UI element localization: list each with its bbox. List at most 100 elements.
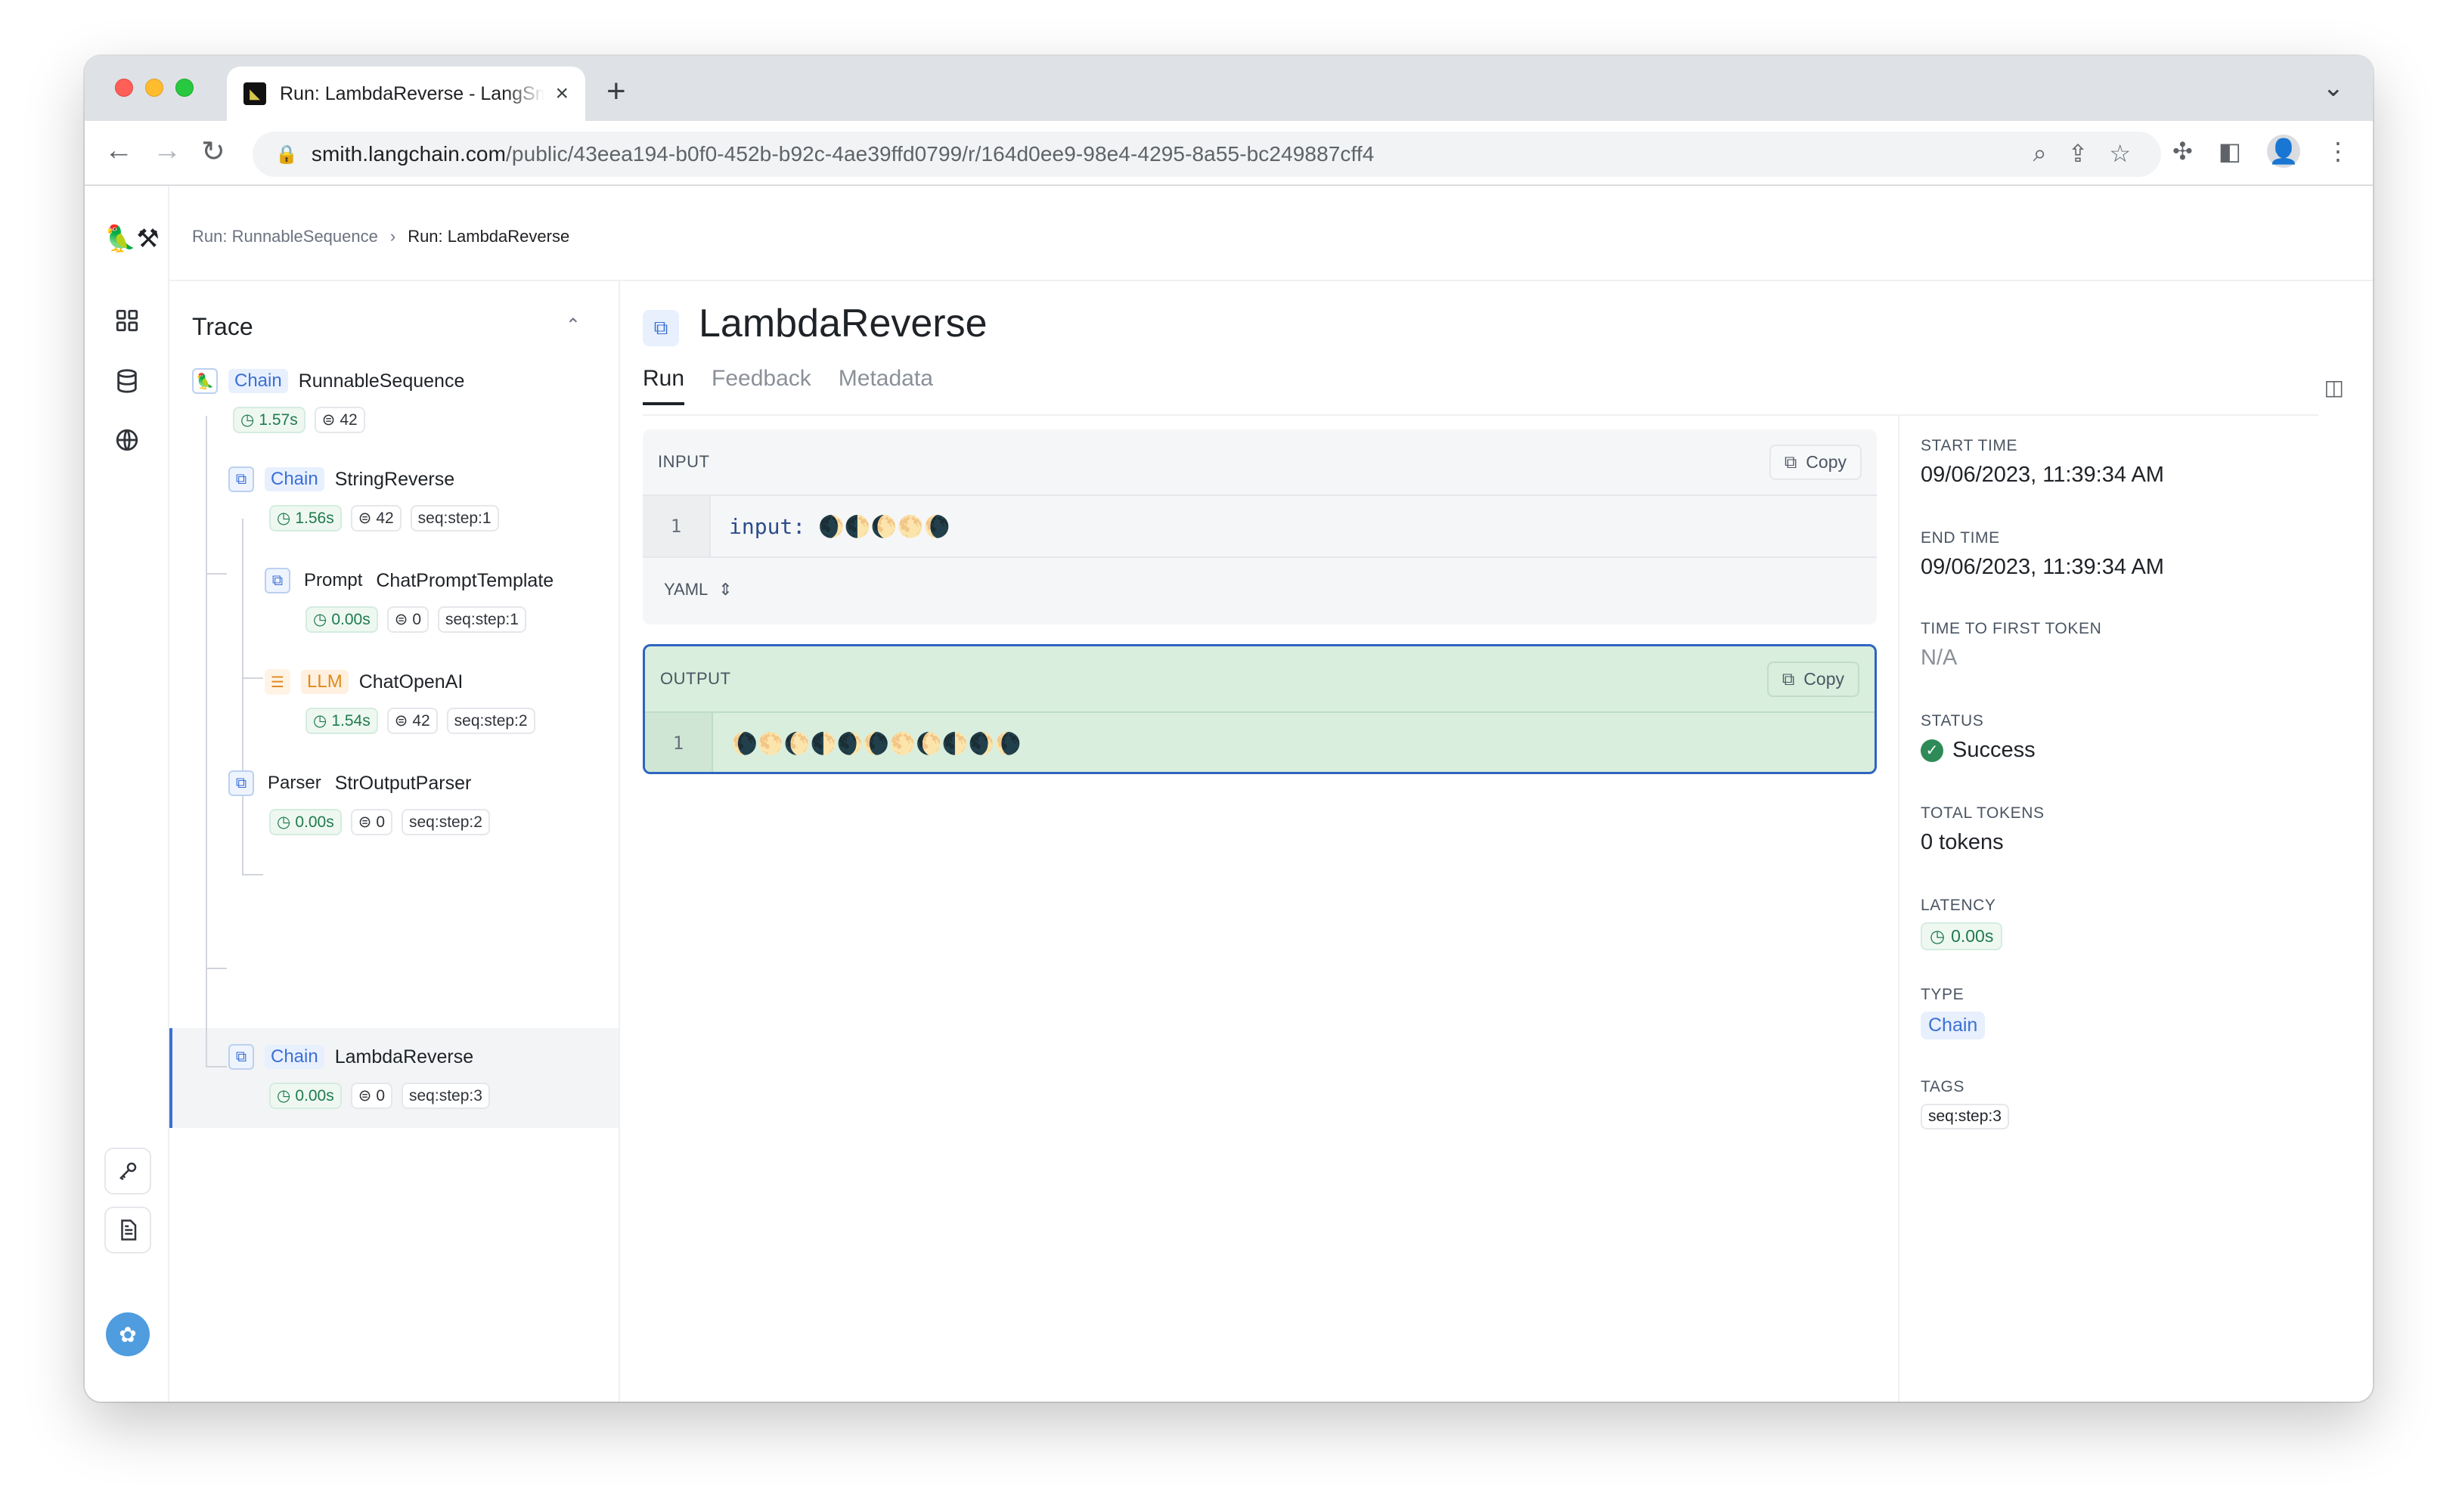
trace-node-selected[interactable]: ⧉ Chain LambdaReverse ◷ 0.00s ⊜ 0 seq:step… [228,1042,490,1109]
line-number: 1 [643,496,711,556]
line-number: 1 [645,713,713,772]
check-circle-icon: ✓ [1921,739,1943,762]
token-chip: ⊜ 0 [350,809,392,835]
breadcrumb-current: Run: LambdaReverse [408,227,570,246]
code-line[interactable]: 1 🌘🌕🌔🌓🌒🌘🌕🌔🌓🌒🌘 [645,713,1875,772]
browser-window: ◣ Run: LambdaReverse - LangSmith × + ⌄ ←… [85,56,2373,1402]
copy-input-button[interactable]: ⧉ Copy [1769,444,1862,480]
clock-icon: ◷ [313,712,327,730]
node-name: LambdaReverse [334,1046,474,1067]
up-down-chevron-icon: ⇕ [718,580,733,599]
node-name: ChatPromptTemplate [376,569,554,591]
llm-icon: ☰ [265,669,290,695]
format-label: YAML [664,580,709,599]
copy-icon: ⧉ [1784,451,1797,472]
tab-run[interactable]: Run [643,366,685,405]
left-rail: 🦜⚒ ✿ [85,186,169,1402]
langsmith-favicon-icon: ◣ [243,82,266,105]
browser-tab[interactable]: ◣ Run: LambdaReverse - LangSmith × [227,67,585,121]
latency-chip: ◷ 0.00s [269,809,342,835]
close-window-button[interactable] [115,79,133,97]
dashboard-grid-icon[interactable] [107,301,147,340]
status-value: Success [1952,738,2036,762]
ttft-section: TIME TO FIRST TOKEN N/A [1921,620,2101,671]
trace-node[interactable]: ⧉ Chain StringReverse ◷ 1.56s ⊜ 42 seq:ste… [228,464,499,531]
url-path: /public/43eea194-b0f0-452b-b92c-4ae39ffd… [506,142,1375,166]
trace-node[interactable]: ☰ LLM ChatOpenAI ◷ 1.54s ⊜ 42 seq:step:2 [265,667,535,734]
lock-icon: 🔒 [275,144,298,165]
code-line[interactable]: 1 input: 🌒🌓🌔🌕🌘 [643,496,1877,556]
start-time-value: 09/06/2023, 11:39:34 AM [1921,463,2164,487]
document-icon[interactable] [104,1207,151,1253]
chain-icon: ⧉ [228,1044,254,1070]
user-avatar[interactable]: ✿ [106,1312,150,1356]
back-arrow-icon[interactable]: ← [104,135,133,167]
maximize-window-button[interactable] [175,79,194,97]
format-selector[interactable]: YAML ⇕ [643,556,1877,621]
code-value: 🌒🌓🌔🌕🌘 [818,513,950,539]
total-tokens-label: TOTAL TOKENS [1921,804,2045,822]
code-value: 🌘🌕🌔🌓🌒🌘🌕🌔🌓🌒🌘 [731,730,1022,756]
tab-metadata[interactable]: Metadata [839,366,933,405]
database-icon[interactable] [107,361,147,401]
menu-kebab-icon[interactable]: ⋮ [2326,137,2350,166]
copy-output-button[interactable]: ⧉ Copy [1766,661,1859,697]
end-time-section: END TIME 09/06/2023, 11:39:34 AM [1921,529,2164,580]
langsmith-app: 🦜⚒ ✿ Run: RunnableSequence › Run: Lambda… [85,186,2373,1402]
close-tab-icon[interactable]: × [555,81,569,107]
new-tab-button[interactable]: + [606,73,626,110]
output-panel: OUTPUT ⧉ Copy 1 🌘🌕🌔🌓🌒🌘🌕🌔🌓🌒🌘 [643,644,1877,774]
zoom-icon[interactable]: ⌕ [2033,139,2047,168]
tab-title: Run: LambdaReverse - LangSmith [280,82,544,104]
trace-node[interactable]: 🦜 Chain RunnableSequence ◷ 1.57s ⊜ 42 [192,366,464,433]
tab-feedback[interactable]: Feedback [712,366,811,405]
minimize-window-button[interactable] [145,79,163,97]
tab-search-chevron-icon[interactable]: ⌄ [2323,73,2345,103]
node-type-badge: Parser [268,773,321,793]
address-bar[interactable]: 🔒 smith.langchain.com/public/43eea194-b0… [253,132,2161,177]
extensions-puzzle-icon[interactable]: ✣ [2172,137,2193,166]
tags-section: TAGS seq:step:3 [1921,1078,2009,1129]
tab-bar: ◣ Run: LambdaReverse - LangSmith × + ⌄ [85,56,2373,121]
tags-label: TAGS [1921,1078,1965,1095]
token-chip: ⊜ 0 [386,606,429,633]
clock-icon: ◷ [240,411,255,429]
side-panel-icon[interactable]: ◧ [2219,137,2241,166]
node-name: ChatOpenAI [358,671,464,692]
profile-avatar-icon[interactable]: 👤 [2267,135,2300,168]
tag-chip: seq:step:1 [410,505,499,531]
bookmark-star-icon[interactable]: ☆ [2109,139,2131,168]
tag-chip: seq:step:1 [438,606,526,633]
globe-icon[interactable] [107,420,147,460]
langsmith-logo-icon[interactable]: 🦜⚒ [104,224,160,254]
forward-arrow-icon[interactable]: → [153,135,181,167]
token-chip: ⊜ 42 [314,407,365,433]
share-icon[interactable]: ⇪ [2068,139,2089,168]
breadcrumb-parent[interactable]: Run: RunnableSequence [192,227,378,246]
trace-node[interactable]: ⧉ Prompt ChatPromptTemplate ◷ 0.00s ⊜ 0 se… [265,565,554,633]
tag-chip: seq:step:2 [402,809,490,835]
trace-title: Trace [192,313,253,340]
latency-chip: ◷ 1.57s [233,407,305,433]
trace-node[interactable]: ⧉ Parser StrOutputParser ◷ 0.00s ⊜ 0 seq:s… [228,768,490,835]
clock-icon: ◷ [313,611,327,628]
node-name: StrOutputParser [334,772,472,794]
chevron-up-icon[interactable]: ⌃ [566,314,581,336]
node-type-badge: Chain [265,467,324,491]
start-time-section: START TIME 09/06/2023, 11:39:34 AM [1921,437,2164,488]
input-label: INPUT [658,452,710,471]
status-section: STATUS ✓ Success [1921,712,2036,763]
latency-chip: ◷ 0.00s [1921,922,2003,950]
type-label: TYPE [1921,986,1964,1003]
trace-panel: Trace ⌃ 🦜 Chain RunnableSequence ◷ 1.57s … [169,281,620,1402]
token-icon: ⊜ [358,1087,372,1105]
reload-icon[interactable]: ↻ [201,135,225,169]
token-icon: ⊜ [321,411,336,429]
toggle-side-panel-icon[interactable]: ◫ [2324,375,2344,400]
status-label: STATUS [1921,712,1984,730]
parser-icon: ⧉ [228,770,254,796]
key-icon[interactable] [104,1148,151,1194]
node-type-badge: Chain [265,1045,324,1069]
run-title: LambdaReverse [699,302,988,345]
latency-chip: ◷ 1.54s [305,708,378,734]
